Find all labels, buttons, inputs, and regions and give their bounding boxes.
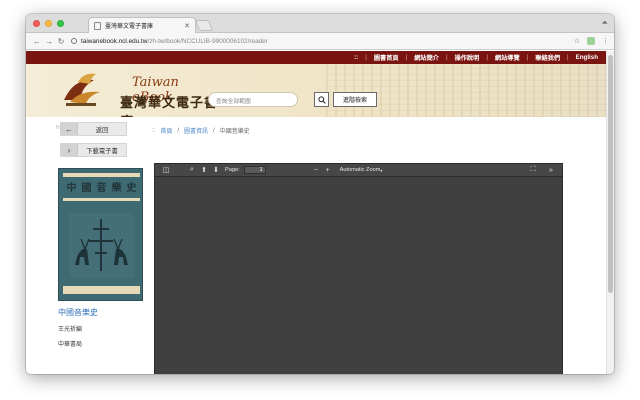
zoom-out-icon[interactable]: − xyxy=(310,167,322,174)
url-host: taiwanebook.ncl.edu.tw xyxy=(81,37,148,45)
breadcrumb-separator: / xyxy=(213,127,215,134)
maximize-window-button[interactable] xyxy=(57,20,64,27)
back-button[interactable]: ← 返回 xyxy=(60,122,127,136)
document-icon xyxy=(94,21,101,30)
cover-title-char: 音 xyxy=(96,183,107,194)
search-button[interactable] xyxy=(314,92,329,107)
page-scrollbar[interactable] xyxy=(606,51,614,374)
advanced-search-button[interactable]: 進階檢索 xyxy=(333,92,377,107)
cover-band xyxy=(63,198,140,201)
breadcrumb-marker: :: xyxy=(152,127,156,134)
main-content: H ← 返回 › 下載電子書 :: 首頁 / 圖書資訊 / 中國音樂史 中國音樂… xyxy=(26,117,606,374)
search-input[interactable]: 查詢全部範圍 xyxy=(208,92,298,107)
tab-strip: 臺灣華文電子書庫 ✕ ⏶ xyxy=(26,14,614,33)
cover-title-char: 中 xyxy=(66,183,77,194)
browser-tab[interactable]: 臺灣華文電子書庫 ✕ xyxy=(88,17,196,33)
deer-illustration xyxy=(69,213,134,278)
breadcrumb-current: 中國音樂史 xyxy=(219,129,250,135)
book-title-link[interactable]: 中國音樂史 xyxy=(58,307,98,318)
chevron-down-icon: ▾ xyxy=(380,167,383,173)
download-ebook-button[interactable]: › 下載電子書 xyxy=(60,143,127,157)
arrow-left-icon: ← xyxy=(61,123,78,135)
search-icon xyxy=(317,95,326,104)
top-nav-item[interactable]: :: xyxy=(354,54,358,61)
url-path: /zh-tw/book/NCCULIB-9900006102/reader xyxy=(147,37,268,45)
new-tab-button[interactable] xyxy=(194,20,214,31)
nav-separator: | xyxy=(405,54,408,61)
previous-page-icon[interactable]: ⬆ xyxy=(198,166,210,174)
cover-title-char: 樂 xyxy=(111,183,122,194)
window-controls xyxy=(33,20,64,27)
page-label: Page: xyxy=(225,167,240,173)
minimize-window-button[interactable] xyxy=(45,20,52,27)
breadcrumb-home[interactable]: 首頁 xyxy=(160,126,172,135)
book-cover-image[interactable]: 中國音樂史 xyxy=(58,168,143,301)
book-publisher: 中華書局 xyxy=(58,342,83,348)
top-nav-item[interactable]: 操作說明 xyxy=(455,53,480,62)
presentation-mode-icon[interactable]: ⛶ xyxy=(527,166,539,174)
page-number-input[interactable]: 1 xyxy=(243,166,266,174)
top-nav-item[interactable]: 網站簡介 xyxy=(414,53,439,62)
logo-chinese-text: 臺灣華文電子書庫 xyxy=(120,96,217,117)
cover-title: 中國音樂史 xyxy=(64,179,139,194)
profile-icon[interactable]: ⏶ xyxy=(602,18,608,28)
top-nav-item[interactable]: 圖書首頁 xyxy=(374,53,399,62)
top-nav-item[interactable]: English xyxy=(576,54,598,61)
cover-band xyxy=(63,173,140,177)
top-nav-item[interactable]: 聯絡我們 xyxy=(535,53,560,62)
book-author: 王光祈編 xyxy=(58,327,83,333)
chevron-right-icon: › xyxy=(61,144,78,156)
cover-title-char: 史 xyxy=(126,183,137,194)
address-bar[interactable]: taiwanebook.ncl.edu.tw/zh-tw/book/NCCULI… xyxy=(71,35,568,47)
next-page-icon[interactable]: ⬇ xyxy=(210,166,222,174)
site-top-nav: :: | 圖書首頁 | 網站簡介 | 操作說明 | 網站導覽 | 聯絡我們 | English xyxy=(26,51,606,64)
sidebar-toggle-icon[interactable]: ◫ xyxy=(160,166,172,174)
breadcrumb-separator: / xyxy=(177,127,180,134)
zoom-select[interactable]: Automatic Zoom xyxy=(340,167,381,173)
site-header: Taiwan eBook 臺灣華文電子書庫 查詢全部範圍 進階檢索 xyxy=(26,64,606,117)
back-button-label: 返回 xyxy=(95,126,109,134)
reload-icon[interactable]: ↻ xyxy=(55,37,67,46)
extension-icon[interactable] xyxy=(587,37,595,45)
bookmark-star-icon[interactable]: ☆ xyxy=(574,37,580,45)
cover-band xyxy=(63,286,140,294)
nav-separator: | xyxy=(486,54,488,61)
nav-separator: | xyxy=(445,54,448,61)
tools-icon[interactable]: » xyxy=(545,167,557,174)
web-page: :: | 圖書首頁 | 網站簡介 | 操作說明 | 網站導覽 | 聯絡我們 | English Taiw… xyxy=(26,51,606,374)
close-window-button[interactable] xyxy=(33,20,40,27)
nav-separator: | xyxy=(526,54,529,61)
header-texture xyxy=(326,64,606,117)
pdf-viewer[interactable]: ◫ ⌕ ⬆ ⬇ Page: 1 − + Automatic Zoom ▾ ⛶ » xyxy=(154,163,563,374)
browser-toolbar: ← → ↻ taiwanebook.ncl.edu.tw/zh-tw/book/… xyxy=(26,33,614,50)
browser-window: 臺灣華文電子書庫 ✕ ⏶ ← → ↻ taiwanebook.ncl.edu.t… xyxy=(26,14,614,374)
nav-separator: | xyxy=(365,54,367,61)
back-arrow-icon[interactable]: ← xyxy=(31,37,43,46)
pdf-toolbar: ◫ ⌕ ⬆ ⬇ Page: 1 − + Automatic Zoom ▾ ⛶ » xyxy=(155,164,562,177)
download-button-label: 下載電子書 xyxy=(86,147,118,155)
close-tab-icon[interactable]: ✕ xyxy=(184,22,190,30)
zoom-in-icon[interactable]: + xyxy=(322,167,334,174)
breadcrumb: :: 首頁 / 圖書資訊 / 中國音樂史 xyxy=(152,126,250,136)
tab-title: 臺灣華文電子書庫 xyxy=(105,24,154,30)
cover-title-char: 國 xyxy=(81,183,92,194)
breadcrumb-book-info[interactable]: 圖書資訊 xyxy=(184,126,208,135)
top-nav-item[interactable]: 網站導覽 xyxy=(495,53,520,62)
forward-arrow-icon[interactable]: → xyxy=(43,37,55,46)
nav-separator: | xyxy=(567,54,569,61)
scrollbar-thumb[interactable] xyxy=(608,55,613,293)
site-logo[interactable]: Taiwan eBook 臺灣華文電子書庫 xyxy=(60,70,220,117)
find-icon[interactable]: ⌕ xyxy=(186,166,198,174)
info-icon[interactable] xyxy=(71,38,77,44)
menu-icon[interactable]: ⋮ xyxy=(602,37,609,45)
